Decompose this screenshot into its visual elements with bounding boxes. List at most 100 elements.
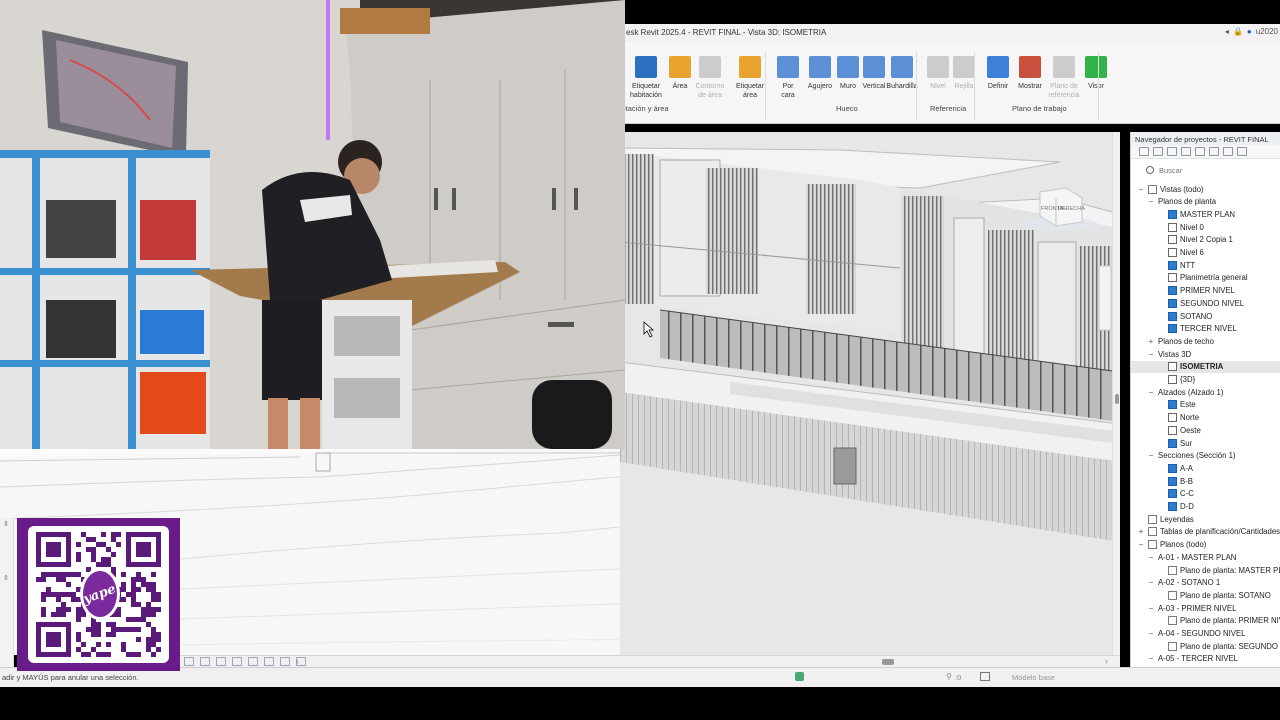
browser-tree-item[interactable]: NTT <box>1157 259 1195 271</box>
collapse-icon[interactable]: − <box>1137 185 1145 194</box>
browser-tree-item[interactable]: Norte <box>1157 412 1199 424</box>
browser-tree-item[interactable]: Planimetría general <box>1157 272 1248 284</box>
browser-tree-item[interactable]: + Planos de techo <box>1147 335 1214 347</box>
collapse-icon[interactable]: − <box>1147 553 1155 562</box>
browser-tree-item[interactable]: {3D} <box>1157 374 1195 386</box>
browser-tree-item[interactable]: − A-04 - SEGUNDO NIVEL <box>1147 628 1246 640</box>
browser-tree-item[interactable]: Este <box>1157 399 1196 411</box>
browser-tree-item[interactable]: ISOMETRIA <box>1131 360 1280 373</box>
active-model-dropdown[interactable]: Modelo base <box>1012 673 1055 682</box>
arrow-left-icon[interactable]: ◂ <box>1225 27 1229 36</box>
browser-tree-item[interactable]: Leyendas <box>1137 513 1194 525</box>
collapse-icon[interactable]: − <box>1147 350 1155 359</box>
ribbon-panel-title[interactable]: itación y área <box>624 104 669 113</box>
ribbon-tool-icon <box>739 56 761 78</box>
collapse-icon[interactable]: − <box>1147 604 1155 613</box>
ribbon-button[interactable]: Visor <box>1076 56 1116 91</box>
viewport-vscroll[interactable] <box>1112 132 1120 655</box>
detail-level-icon[interactable] <box>200 657 210 666</box>
browser-tree-item[interactable]: Nivel 6 <box>1157 247 1204 259</box>
browser-tree-label: MASTER PLAN <box>1180 209 1236 219</box>
expand-icon[interactable]: + <box>1147 337 1155 346</box>
browser-tree-label: Leyendas <box>1160 514 1194 524</box>
collapse-icon[interactable]: − <box>1147 629 1155 638</box>
browser-tree-item[interactable]: MASTER PLAN <box>1157 208 1235 220</box>
shadows-icon[interactable] <box>248 657 258 666</box>
collapse-icon[interactable]: − <box>1147 388 1155 397</box>
worksharing-icon[interactable] <box>795 672 804 681</box>
scale-icon[interactable] <box>184 657 194 666</box>
browser-tree-item[interactable]: − A-02 - SOTANO 1 <box>1147 577 1221 589</box>
qr-code-card: yape <box>17 518 180 671</box>
collapse-icon[interactable] <box>1223 147 1233 156</box>
browser-tree-item[interactable]: Plano de planta: SOTANO <box>1157 589 1271 601</box>
browser-tree-item[interactable]: SEGUNDO NIVEL <box>1157 297 1244 309</box>
browser-tree-label: Nivel 0 <box>1180 222 1204 232</box>
ribbon-panel-title[interactable]: Plano de trabajo <box>1012 104 1067 113</box>
browser-tree-item[interactable]: − Alzados (Alzado 1) <box>1147 386 1224 398</box>
design-options-icon[interactable] <box>980 672 990 681</box>
browser-tree-item[interactable]: + Tablas de planificación/Cantidades ( <box>1137 526 1280 538</box>
scroll-left-icon[interactable]: ‹ <box>296 656 299 666</box>
view-list-icon[interactable] <box>1167 147 1177 156</box>
project-browser: Navegador de proyectos - REVIT FINAL −Vi… <box>1130 132 1280 667</box>
ribbon-button[interactable]: Etiquetar área <box>730 56 770 100</box>
browser-tree-item[interactable]: Sur <box>1157 437 1192 449</box>
collapse-icon[interactable]: − <box>1147 451 1155 460</box>
navigation-bar[interactable] <box>1098 265 1112 331</box>
browser-tree-item[interactable]: − Planos (todo) <box>1137 539 1206 551</box>
browser-tree-item[interactable]: B-B <box>1157 475 1193 487</box>
schedule-icon[interactable] <box>1195 147 1205 156</box>
browser-tree-item[interactable]: − A-03 - PRIMER NIVEL <box>1147 602 1237 614</box>
ribbon-panel-title[interactable]: Referencia <box>930 104 966 113</box>
browser-tree-item[interactable]: − Secciones (Sección 1) <box>1147 450 1236 462</box>
expand-icon[interactable] <box>1209 147 1219 156</box>
user-icon[interactable]: ● <box>1247 27 1252 36</box>
sun-path-icon[interactable] <box>232 657 242 666</box>
sheet-icon[interactable] <box>1181 147 1191 156</box>
ribbon-separator <box>916 52 917 120</box>
view-icon <box>1168 413 1177 423</box>
collapse-icon[interactable]: − <box>1147 197 1155 206</box>
browser-tree-item[interactable]: Plano de planta: SEGUNDO N <box>1157 640 1280 652</box>
hscroll-thumb[interactable] <box>882 659 894 665</box>
filter-icon[interactable] <box>1237 147 1247 156</box>
visual-style-icon[interactable] <box>216 657 226 666</box>
collapse-icon[interactable]: − <box>1147 654 1155 663</box>
browser-tree-item[interactable]: Plano de planta: MASTER PLA <box>1157 564 1280 576</box>
expand-icon[interactable]: ⇳ <box>3 574 9 582</box>
browser-tree-item[interactable]: − Vistas (todo) <box>1137 183 1204 195</box>
browser-search-input[interactable] <box>1159 164 1269 177</box>
3d-viewport[interactable]: FRONTAL DERECHA <box>620 132 1120 655</box>
browser-tree-item[interactable]: D-D <box>1157 501 1194 513</box>
ribbon-panel-title[interactable]: Hueco <box>836 104 858 113</box>
browser-tree-item[interactable]: A-A <box>1157 462 1193 474</box>
browser-tree-item[interactable]: − A-05 - TERCER NIVEL <box>1147 653 1238 665</box>
browser-tree-item[interactable]: TERCER NIVEL <box>1157 323 1237 335</box>
browser-tree-item[interactable]: C-C <box>1157 488 1194 500</box>
filter-icon[interactable]: ⚲ <box>946 672 952 681</box>
expand-icon[interactable]: ⇳ <box>3 520 9 528</box>
browser-tree-item[interactable]: − Planos de planta <box>1147 196 1216 208</box>
user-name[interactable]: u2020 <box>1256 27 1278 36</box>
browser-tree-item[interactable]: Nivel 2 Copia 1 <box>1157 234 1233 246</box>
crop-icon[interactable] <box>280 657 290 666</box>
browser-tree-item[interactable]: − A-01 - MASTER PLAN <box>1147 551 1237 563</box>
browser-tree-item[interactable]: PRIMER NIVEL <box>1157 285 1235 297</box>
collapse-icon[interactable]: − <box>1147 578 1155 587</box>
viewport-hscroll[interactable]: ‹ › <box>296 656 1108 666</box>
settings-icon[interactable] <box>1153 147 1163 156</box>
viewcube-right-label[interactable]: DERECHA <box>1058 206 1085 212</box>
browser-tree-item[interactable]: Nivel 0 <box>1157 221 1204 233</box>
ribbon-button[interactable]: Contorno de área <box>690 56 730 100</box>
scroll-right-icon[interactable]: › <box>1105 656 1108 666</box>
browser-tree-item[interactable]: − Vistas 3D <box>1147 348 1192 360</box>
home-icon[interactable] <box>1139 147 1149 156</box>
browser-tree-item[interactable]: SOTANO <box>1157 310 1212 322</box>
browser-tree-item[interactable]: Oeste <box>1157 424 1201 436</box>
browser-tree-item[interactable]: Plano de planta: PRIMER NIVE <box>1157 615 1280 627</box>
lock-icon[interactable]: 🔒 <box>1233 27 1243 36</box>
render-icon[interactable] <box>264 657 274 666</box>
collapse-icon[interactable]: − <box>1137 540 1145 549</box>
expand-icon[interactable]: + <box>1137 527 1145 536</box>
